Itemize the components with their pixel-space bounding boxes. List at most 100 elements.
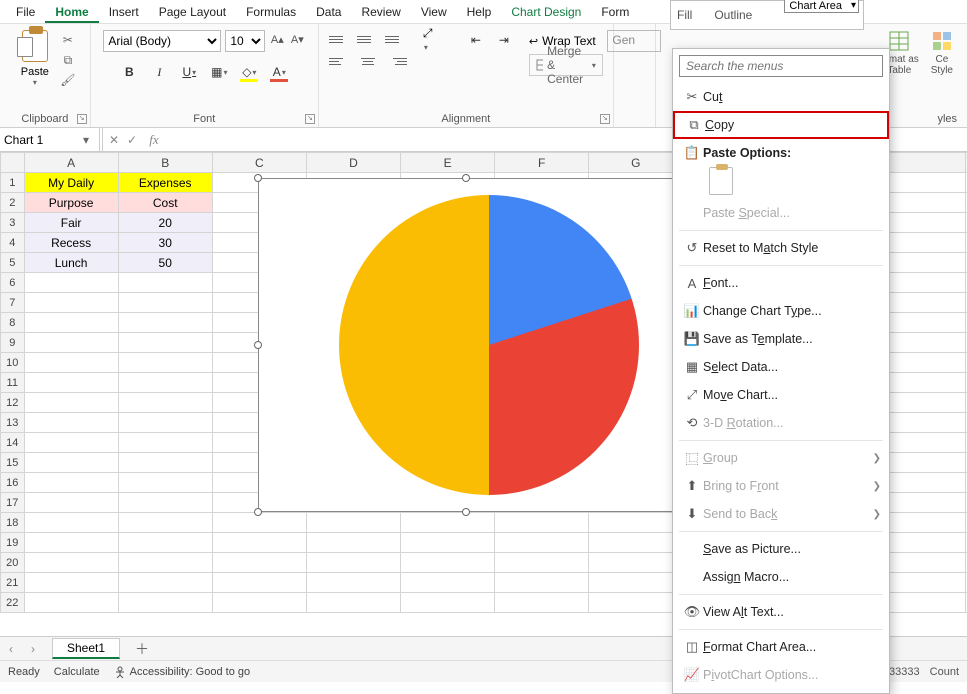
cell-B3[interactable]: 20 bbox=[118, 213, 212, 233]
cell-A13[interactable] bbox=[24, 413, 118, 433]
sheet-nav-next-icon[interactable]: › bbox=[22, 642, 44, 656]
orientation-button[interactable]: ⤢ bbox=[423, 30, 451, 48]
cell-A15[interactable] bbox=[24, 453, 118, 473]
cell-B14[interactable] bbox=[118, 433, 212, 453]
col-header-B[interactable]: B bbox=[118, 153, 212, 173]
cell-A14[interactable] bbox=[24, 433, 118, 453]
menu-search[interactable] bbox=[679, 55, 883, 77]
ctx-save-as-picture[interactable]: Save as Picture... bbox=[673, 535, 889, 563]
cell-B17[interactable] bbox=[118, 493, 212, 513]
cell-E18[interactable] bbox=[401, 513, 495, 533]
ctx-save-as-template[interactable]: 💾Save as Template... bbox=[673, 325, 889, 353]
cell-B19[interactable] bbox=[118, 533, 212, 553]
cell-A12[interactable] bbox=[24, 393, 118, 413]
cell-G19[interactable] bbox=[589, 533, 683, 553]
cell-D21[interactable] bbox=[306, 573, 400, 593]
row-header-12[interactable]: 12 bbox=[1, 393, 25, 413]
cell-styles-button[interactable]: Ce Style bbox=[927, 30, 957, 76]
fill-color-button[interactable]: ◇ bbox=[238, 62, 260, 82]
cell-A6[interactable] bbox=[24, 273, 118, 293]
row-header-17[interactable]: 17 bbox=[1, 493, 25, 513]
cell-C22[interactable] bbox=[212, 593, 306, 613]
cell-A19[interactable] bbox=[24, 533, 118, 553]
align-left-icon[interactable] bbox=[329, 52, 351, 70]
font-color-button[interactable]: A bbox=[268, 62, 290, 82]
cell-F19[interactable] bbox=[495, 533, 589, 553]
resize-handle-nw[interactable] bbox=[254, 174, 262, 182]
ctx-move-chart[interactable]: ⤢Move Chart... bbox=[673, 381, 889, 409]
menu-help[interactable]: Help bbox=[457, 3, 502, 21]
align-center-icon[interactable] bbox=[357, 52, 379, 70]
menu-review[interactable]: Review bbox=[351, 3, 410, 21]
cell-A20[interactable] bbox=[24, 553, 118, 573]
cell-G22[interactable] bbox=[589, 593, 683, 613]
cell-B16[interactable] bbox=[118, 473, 212, 493]
menu-insert[interactable]: Insert bbox=[99, 3, 149, 21]
outline-label[interactable]: Outline bbox=[708, 8, 758, 22]
ctx-cut[interactable]: ✂Cut bbox=[673, 83, 889, 111]
cell-B21[interactable] bbox=[118, 573, 212, 593]
pie-chart[interactable] bbox=[339, 195, 639, 495]
align-bottom-icon[interactable] bbox=[385, 30, 407, 48]
bold-button[interactable]: B bbox=[118, 62, 140, 82]
chart-element-selector[interactable]: Chart Area bbox=[784, 0, 859, 13]
cell-C21[interactable] bbox=[212, 573, 306, 593]
resize-handle-w[interactable] bbox=[254, 341, 262, 349]
sheet-nav-prev-icon[interactable]: ‹ bbox=[0, 642, 22, 656]
decrease-indent-icon[interactable]: ⇤ bbox=[465, 30, 487, 50]
cell-A8[interactable] bbox=[24, 313, 118, 333]
grow-font-icon[interactable]: A▴ bbox=[269, 33, 285, 49]
font-size-combo[interactable]: 10 bbox=[225, 30, 265, 52]
row-header-11[interactable]: 11 bbox=[1, 373, 25, 393]
align-middle-icon[interactable] bbox=[357, 30, 379, 48]
cell-A10[interactable] bbox=[24, 353, 118, 373]
cell-A21[interactable] bbox=[24, 573, 118, 593]
align-right-icon[interactable] bbox=[385, 52, 407, 70]
menu-data[interactable]: Data bbox=[306, 3, 351, 21]
cell-B22[interactable] bbox=[118, 593, 212, 613]
chart-object[interactable] bbox=[258, 178, 674, 512]
row-header-3[interactable]: 3 bbox=[1, 213, 25, 233]
cell-G20[interactable] bbox=[589, 553, 683, 573]
cell-B10[interactable] bbox=[118, 353, 212, 373]
ctx-assign-macro[interactable]: Assign Macro... bbox=[673, 563, 889, 591]
cell-D20[interactable] bbox=[306, 553, 400, 573]
cell-A16[interactable] bbox=[24, 473, 118, 493]
cell-D18[interactable] bbox=[306, 513, 400, 533]
cell-A1[interactable]: My Daily bbox=[24, 173, 118, 193]
cell-A22[interactable] bbox=[24, 593, 118, 613]
paste-option-icon[interactable] bbox=[709, 167, 733, 195]
cell-B15[interactable] bbox=[118, 453, 212, 473]
cell-A7[interactable] bbox=[24, 293, 118, 313]
ctx-select-data[interactable]: ▦Select Data... bbox=[673, 353, 889, 381]
ctx-view-alt-text[interactable]: 👁View Alt Text... bbox=[673, 598, 889, 626]
underline-button[interactable]: U bbox=[178, 62, 200, 82]
cell-B4[interactable]: 30 bbox=[118, 233, 212, 253]
menu-search-input[interactable] bbox=[680, 59, 882, 73]
cell-G21[interactable] bbox=[589, 573, 683, 593]
cell-B18[interactable] bbox=[118, 513, 212, 533]
shrink-font-icon[interactable]: A▾ bbox=[289, 33, 305, 49]
italic-button[interactable]: I bbox=[148, 62, 170, 82]
cell-E22[interactable] bbox=[401, 593, 495, 613]
cell-F21[interactable] bbox=[495, 573, 589, 593]
cell-A3[interactable]: Fair bbox=[24, 213, 118, 233]
row-header-19[interactable]: 19 bbox=[1, 533, 25, 553]
row-header-18[interactable]: 18 bbox=[1, 513, 25, 533]
cell-E20[interactable] bbox=[401, 553, 495, 573]
name-box-input[interactable] bbox=[0, 133, 78, 147]
cell-B9[interactable] bbox=[118, 333, 212, 353]
resize-handle-s[interactable] bbox=[462, 508, 470, 516]
cell-B7[interactable] bbox=[118, 293, 212, 313]
align-top-icon[interactable] bbox=[329, 30, 351, 48]
cell-A11[interactable] bbox=[24, 373, 118, 393]
paste-button[interactable]: Paste ▾ bbox=[14, 30, 56, 87]
cell-B12[interactable] bbox=[118, 393, 212, 413]
cell-B13[interactable] bbox=[118, 413, 212, 433]
row-header-7[interactable]: 7 bbox=[1, 293, 25, 313]
cell-B2[interactable]: Cost bbox=[118, 193, 212, 213]
row-header-5[interactable]: 5 bbox=[1, 253, 25, 273]
cell-B20[interactable] bbox=[118, 553, 212, 573]
cancel-icon[interactable]: ✕ bbox=[105, 133, 123, 147]
status-accessibility[interactable]: Accessibility: Good to go bbox=[114, 666, 250, 678]
